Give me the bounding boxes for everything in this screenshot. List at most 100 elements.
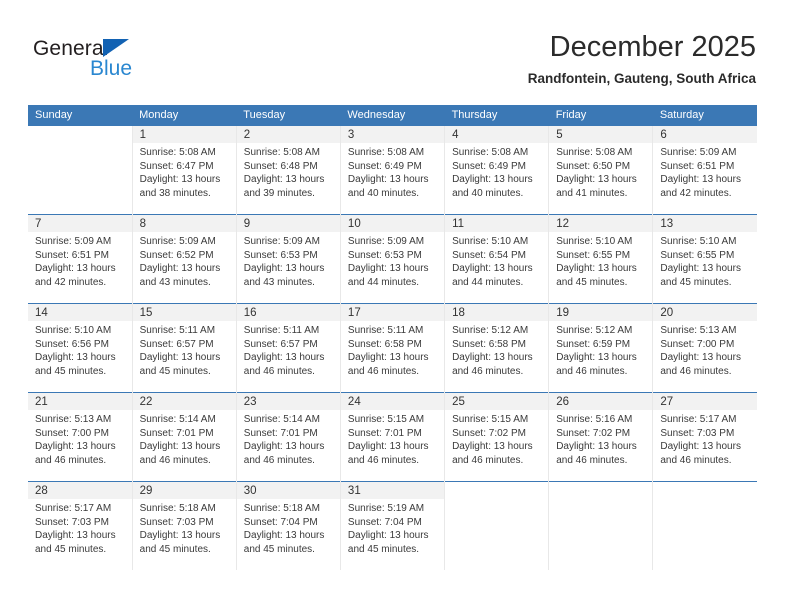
day-number: [653, 482, 757, 499]
day-number: 19: [549, 304, 653, 321]
day-cell[interactable]: 21 Sunrise: 5:13 AM Sunset: 7:00 PM Dayligh…: [28, 393, 132, 481]
day-number: 28: [28, 482, 132, 499]
day-detail-line: and 46 minutes.: [139, 454, 211, 466]
day-detail-line: and 40 minutes.: [347, 187, 420, 199]
weekday-header-saturday: Saturday: [652, 105, 757, 126]
day-cell[interactable]: 20 Sunrise: 5:13 AM Sunset: 7:00 PM Dayligh…: [653, 304, 757, 392]
day-cell[interactable]: 3 Sunrise: 5:08 AM Sunset: 6:49 PM Daylight…: [340, 126, 445, 214]
day-details: Sunrise: 5:08 AM Sunset: 6:49 PM Daylight:…: [445, 143, 548, 200]
calendar-cell: 7 Sunrise: 5:09 AM Sunset: 6:51 PM Daylight…: [28, 214, 133, 304]
day-details: Sunrise: 5:09 AM Sunset: 6:53 PM Daylight:…: [341, 232, 444, 289]
day-detail-line: and 46 minutes.: [35, 454, 107, 466]
day-number: 4: [445, 126, 549, 143]
day-cell[interactable]: 23 Sunrise: 5:14 AM Sunset: 7:01 PM Dayligh…: [236, 393, 340, 481]
day-cell[interactable]: 9 Sunrise: 5:09 AM Sunset: 6:53 PM Daylight…: [236, 215, 340, 303]
day-cell[interactable]: 5 Sunrise: 5:08 AM Sunset: 6:50 PM Daylight…: [549, 126, 653, 214]
day-cell[interactable]: 15 Sunrise: 5:11 AM Sunset: 6:57 PM Dayligh…: [132, 304, 236, 392]
day-cell[interactable]: 7 Sunrise: 5:09 AM Sunset: 6:51 PM Daylight…: [28, 215, 132, 303]
day-number: 13: [653, 215, 757, 232]
day-detail-line: Sunrise: 5:18 AM: [243, 503, 320, 514]
day-cell-empty: [445, 482, 549, 570]
day-detail-line: Sunrise: 5:09 AM: [139, 236, 216, 247]
day-detail-line: Sunrise: 5:15 AM: [452, 414, 529, 425]
day-details: Sunrise: 5:10 AM Sunset: 6:55 PM Daylight:…: [549, 232, 652, 289]
day-detail-line: Sunset: 6:54 PM: [452, 249, 526, 261]
day-cell[interactable]: 8 Sunrise: 5:09 AM Sunset: 6:52 PM Daylight…: [132, 215, 236, 303]
day-detail-line: and 38 minutes.: [139, 187, 211, 199]
day-detail-line: Sunrise: 5:09 AM: [347, 236, 425, 247]
calendar-cell: 20 Sunrise: 5:13 AM Sunset: 7:00 PM Dayligh…: [652, 303, 757, 393]
day-number: 23: [236, 393, 340, 410]
day-cell[interactable]: 22 Sunrise: 5:14 AM Sunset: 7:01 PM Dayligh…: [132, 393, 236, 481]
day-cell[interactable]: 12 Sunrise: 5:10 AM Sunset: 6:55 PM Dayligh…: [549, 215, 653, 303]
day-detail-line: Sunset: 6:53 PM: [347, 249, 422, 261]
day-number: 24: [340, 393, 445, 410]
day-cell[interactable]: 18 Sunrise: 5:12 AM Sunset: 6:58 PM Dayligh…: [445, 304, 549, 392]
day-detail-line: Daylight: 13 hours: [660, 352, 741, 364]
day-detail-line: Daylight: 13 hours: [139, 263, 221, 275]
day-cell[interactable]: 19 Sunrise: 5:12 AM Sunset: 6:59 PM Dayligh…: [549, 304, 653, 392]
day-number: 3: [340, 126, 445, 143]
day-cell[interactable]: 31 Sunrise: 5:19 AM Sunset: 7:04 PM Dayligh…: [340, 482, 445, 570]
day-number: 11: [445, 215, 549, 232]
day-detail-line: and 41 minutes.: [556, 187, 628, 199]
day-detail-line: Daylight: 13 hours: [556, 352, 637, 364]
day-cell[interactable]: 29 Sunrise: 5:18 AM Sunset: 7:03 PM Dayligh…: [132, 482, 236, 570]
day-detail-line: Sunset: 6:56 PM: [35, 338, 109, 350]
calendar-cell: 16 Sunrise: 5:11 AM Sunset: 6:57 PM Dayligh…: [236, 303, 341, 393]
day-detail-line: Sunset: 7:02 PM: [556, 427, 631, 439]
day-detail-line: Sunset: 6:57 PM: [139, 338, 214, 350]
day-cell[interactable]: 16 Sunrise: 5:11 AM Sunset: 6:57 PM Dayligh…: [236, 304, 340, 392]
day-cell[interactable]: 13 Sunrise: 5:10 AM Sunset: 6:55 PM Dayligh…: [653, 215, 757, 303]
calendar-cell: 14 Sunrise: 5:10 AM Sunset: 6:56 PM Dayligh…: [28, 303, 133, 393]
day-details: Sunrise: 5:08 AM Sunset: 6:49 PM Daylight:…: [341, 143, 444, 200]
day-detail-line: Sunrise: 5:13 AM: [35, 414, 112, 425]
day-cell[interactable]: 28 Sunrise: 5:17 AM Sunset: 7:03 PM Dayligh…: [28, 482, 132, 570]
day-number: 29: [132, 482, 236, 499]
day-cell[interactable]: 30 Sunrise: 5:18 AM Sunset: 7:04 PM Dayligh…: [236, 482, 340, 570]
day-number: 25: [445, 393, 549, 410]
day-details: Sunrise: 5:11 AM Sunset: 6:57 PM Daylight:…: [133, 321, 236, 378]
day-number: 14: [28, 304, 132, 321]
calendar-cell: 3 Sunrise: 5:08 AM Sunset: 6:49 PM Daylight…: [340, 126, 446, 215]
day-details: Sunrise: 5:12 AM Sunset: 6:59 PM Daylight:…: [549, 321, 652, 378]
day-number: 15: [132, 304, 236, 321]
day-detail-line: Sunset: 6:49 PM: [347, 160, 422, 172]
day-cell[interactable]: 6 Sunrise: 5:09 AM Sunset: 6:51 PM Daylight…: [653, 126, 757, 214]
day-cell[interactable]: 26 Sunrise: 5:16 AM Sunset: 7:02 PM Dayligh…: [549, 393, 653, 481]
day-detail-line: Sunset: 7:02 PM: [452, 427, 526, 439]
day-cell[interactable]: 27 Sunrise: 5:17 AM Sunset: 7:03 PM Dayligh…: [653, 393, 757, 481]
day-detail-line: and 45 minutes.: [139, 543, 211, 555]
day-detail-line: Sunrise: 5:12 AM: [556, 325, 633, 336]
day-detail-line: Sunrise: 5:13 AM: [660, 325, 737, 336]
day-cell[interactable]: 4 Sunrise: 5:08 AM Sunset: 6:49 PM Daylight…: [445, 126, 549, 214]
day-detail-line: Sunset: 6:59 PM: [556, 338, 631, 350]
day-detail-line: and 46 minutes.: [452, 365, 524, 377]
day-detail-line: Sunset: 6:55 PM: [556, 249, 631, 261]
day-detail-line: Daylight: 13 hours: [556, 263, 637, 275]
page-title: December 2025: [549, 31, 756, 63]
calendar-cell: 26 Sunrise: 5:16 AM Sunset: 7:02 PM Dayligh…: [548, 392, 654, 482]
calendar-cell: 15 Sunrise: 5:11 AM Sunset: 6:57 PM Dayligh…: [132, 303, 237, 393]
brand-logo[interactable]: General Blue: [33, 36, 253, 88]
day-cell[interactable]: 10 Sunrise: 5:09 AM Sunset: 6:53 PM Dayligh…: [340, 215, 445, 303]
day-detail-line: Sunset: 6:47 PM: [139, 160, 214, 172]
day-detail-line: and 45 minutes.: [35, 365, 107, 377]
weekday-header-monday: Monday: [132, 105, 237, 126]
day-cell[interactable]: 24 Sunrise: 5:15 AM Sunset: 7:01 PM Dayligh…: [340, 393, 445, 481]
calendar-cell: 4 Sunrise: 5:08 AM Sunset: 6:49 PM Daylight…: [444, 126, 550, 215]
day-cell[interactable]: 14 Sunrise: 5:10 AM Sunset: 6:56 PM Dayligh…: [28, 304, 132, 392]
day-detail-line: and 39 minutes.: [243, 187, 315, 199]
day-detail-line: Daylight: 13 hours: [35, 530, 116, 542]
day-number: 27: [653, 393, 757, 410]
day-cell[interactable]: 17 Sunrise: 5:11 AM Sunset: 6:58 PM Dayligh…: [340, 304, 445, 392]
day-cell[interactable]: 1 Sunrise: 5:08 AM Sunset: 6:47 PM Daylight…: [132, 126, 236, 214]
calendar-cell: 23 Sunrise: 5:14 AM Sunset: 7:01 PM Dayligh…: [236, 392, 341, 482]
triangle-icon: [103, 39, 129, 57]
day-detail-line: Daylight: 13 hours: [243, 263, 325, 275]
day-cell[interactable]: 25 Sunrise: 5:15 AM Sunset: 7:02 PM Dayligh…: [445, 393, 549, 481]
day-detail-line: Daylight: 13 hours: [556, 441, 637, 453]
day-cell[interactable]: 2 Sunrise: 5:08 AM Sunset: 6:48 PM Daylight…: [236, 126, 340, 214]
day-cell-empty: [549, 482, 653, 570]
day-cell[interactable]: 11 Sunrise: 5:10 AM Sunset: 6:54 PM Dayligh…: [445, 215, 549, 303]
